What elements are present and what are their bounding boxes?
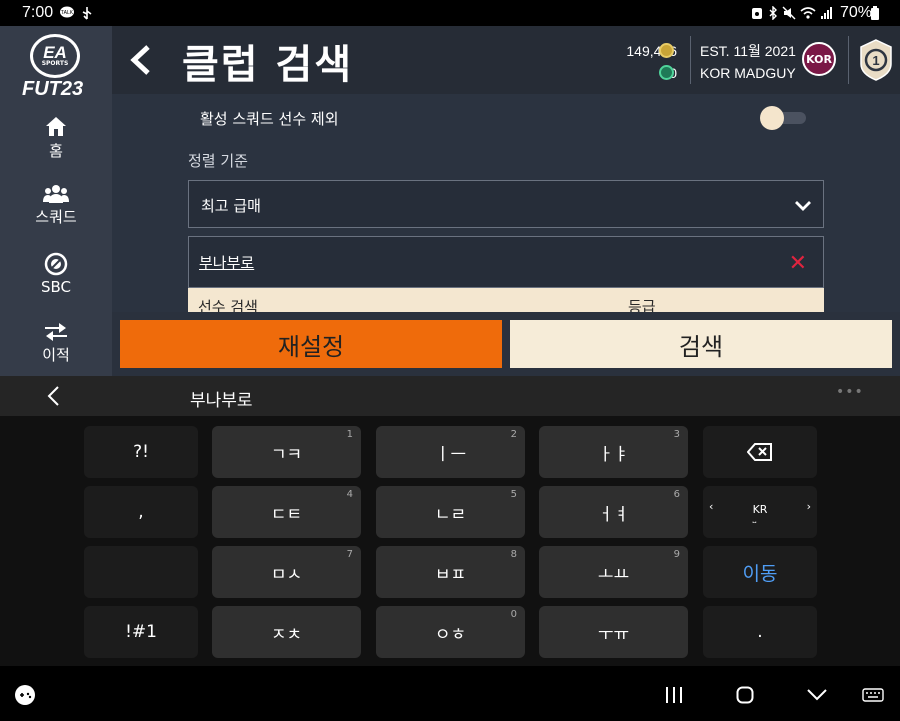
- key-eo-yeo[interactable]: ㅓㅕ 6: [539, 486, 688, 538]
- toggle-knob: [760, 106, 784, 130]
- search-button[interactable]: 검색: [510, 320, 892, 368]
- key-symbols-quick[interactable]: ?!: [84, 426, 198, 478]
- space-icon: ⎵: [752, 513, 757, 524]
- chevron-left-icon: ‹: [709, 500, 714, 513]
- key-i-eu[interactable]: ㅣㅡ 2: [376, 426, 525, 478]
- sidebar-item-squad[interactable]: 스쿼드: [0, 184, 112, 227]
- key-bieup[interactable]: ㅂㅍ 8: [376, 546, 525, 598]
- chevron-right-icon: ›: [806, 500, 811, 513]
- status-bar: 7:00 TALK 70%: [0, 0, 900, 26]
- battery-icon: [870, 6, 880, 20]
- club-established: EST. 11월 2021: [700, 43, 796, 59]
- language-switch-key[interactable]: ‹ KR ⎵ ›: [703, 486, 817, 538]
- backspace-key[interactable]: [703, 426, 817, 478]
- sidebar-item-label: SBC: [40, 278, 72, 296]
- top-bar: 클럽 검색 149,426 0 EST. 11월 2021 KOR MADGUY…: [112, 26, 900, 94]
- home-icon: [46, 117, 66, 136]
- sort-label: 정렬 기준: [188, 152, 248, 170]
- key-o-yo[interactable]: ㅗㅛ 9: [539, 546, 688, 598]
- sidebar: EA SPORTS FUT23 홈 스쿼드 SBC 이적: [0, 26, 112, 376]
- sidebar-item-transfer[interactable]: 이적: [0, 320, 112, 365]
- svg-text:1: 1: [872, 53, 879, 68]
- rank-shield-icon[interactable]: 1: [858, 38, 894, 82]
- key-period[interactable]: .: [703, 606, 817, 658]
- key-mieum[interactable]: ㅁㅅ 7: [212, 546, 361, 598]
- game-logo: FUT23: [22, 78, 84, 100]
- key-u-yu[interactable]: ㅜㅠ: [539, 606, 688, 658]
- keyboard-suggestion[interactable]: 부나부로: [190, 386, 253, 411]
- fifa-points-icon: [659, 65, 674, 80]
- page-title: 클럽 검색: [182, 42, 354, 88]
- ea-sports-logo: EA SPORTS: [30, 34, 80, 78]
- club-badge[interactable]: KOR: [802, 42, 836, 76]
- key-comma[interactable]: ,: [84, 486, 198, 538]
- recent-apps-icon[interactable]: [664, 686, 684, 704]
- hide-keyboard-icon[interactable]: [806, 688, 828, 702]
- player-search-input[interactable]: 부나부로 ✕: [188, 236, 824, 288]
- signal-icon: [820, 6, 834, 20]
- chevron-down-icon: [795, 201, 811, 211]
- svg-text:TALK: TALK: [61, 10, 74, 16]
- mute-icon: [782, 6, 796, 20]
- game-launcher-icon[interactable]: [14, 684, 36, 706]
- sidebar-item-sbc[interactable]: SBC: [0, 252, 112, 296]
- squad-icon: [43, 185, 69, 203]
- keyboard: ?! ㄱㅋ 1 ㅣㅡ 2 ㅏㅑ 3 , ㄷㅌ 4 ㄴㄹ 5 ㅓㅕ 6 ‹ KR ⎵ › ㅁㅅ 7…: [0, 416, 900, 666]
- symbols-key[interactable]: !#1: [84, 606, 198, 658]
- fut-app: EA SPORTS FUT23 홈 스쿼드 SBC 이적 클럽 검색 149,4…: [0, 26, 900, 376]
- usb-icon: [80, 6, 94, 20]
- keyboard-back-icon[interactable]: [44, 385, 62, 407]
- divider: [690, 36, 691, 84]
- sidebar-item-label: 스쿼드: [35, 208, 77, 226]
- clear-search-icon[interactable]: ✕: [789, 251, 807, 276]
- key-digeut[interactable]: ㄷㅌ 4: [212, 486, 361, 538]
- sidebar-item-label: 이적: [42, 346, 70, 364]
- keyboard-switch-icon[interactable]: [862, 688, 884, 702]
- key-ieung[interactable]: ㅇㅎ 0: [376, 606, 525, 658]
- transfer-icon: [45, 323, 67, 341]
- sidebar-item-home[interactable]: 홈: [0, 114, 112, 161]
- key-nieun[interactable]: ㄴㄹ 5: [376, 486, 525, 538]
- key-giyeok[interactable]: ㄱㅋ 1: [212, 426, 361, 478]
- coin-icon: [659, 43, 674, 58]
- club-info: EST. 11월 2021 KOR MADGUY: [700, 40, 802, 84]
- home-nav-icon[interactable]: [736, 686, 754, 704]
- club-name: KOR MADGUY: [700, 65, 796, 81]
- keyboard-suggestion-bar: 부나부로 •••: [0, 376, 900, 416]
- talk-icon: TALK: [60, 6, 74, 20]
- alarm-icon: [750, 6, 764, 20]
- sort-dropdown[interactable]: 최고 급매: [188, 180, 824, 228]
- sidebar-item-label: 홈: [49, 142, 63, 160]
- backspace-icon: [747, 443, 772, 461]
- status-time: 7:00: [22, 4, 54, 21]
- exclude-active-squad-label: 활성 스쿼드 선수 제외: [200, 110, 339, 128]
- divider: [848, 36, 849, 84]
- sbc-icon: [44, 252, 68, 276]
- back-button[interactable]: [126, 44, 154, 76]
- keyboard-more-icon[interactable]: •••: [836, 384, 864, 400]
- battery-level: 70%: [839, 4, 872, 21]
- wifi-icon: [800, 6, 816, 20]
- exclude-active-squad-toggle[interactable]: [760, 106, 806, 130]
- player-search-value: 부나부로: [199, 254, 255, 272]
- key-a-ya[interactable]: ㅏㅑ 3: [539, 426, 688, 478]
- key-blank[interactable]: [84, 546, 198, 598]
- sort-value: 최고 급매: [201, 197, 261, 215]
- bluetooth-icon: [766, 5, 780, 21]
- go-key[interactable]: 이동: [703, 546, 817, 598]
- system-nav-bar: [0, 666, 900, 721]
- action-bar: 재설정 검색: [112, 312, 900, 376]
- key-jieut[interactable]: ㅈㅊ: [212, 606, 361, 658]
- reset-button[interactable]: 재설정: [120, 320, 502, 368]
